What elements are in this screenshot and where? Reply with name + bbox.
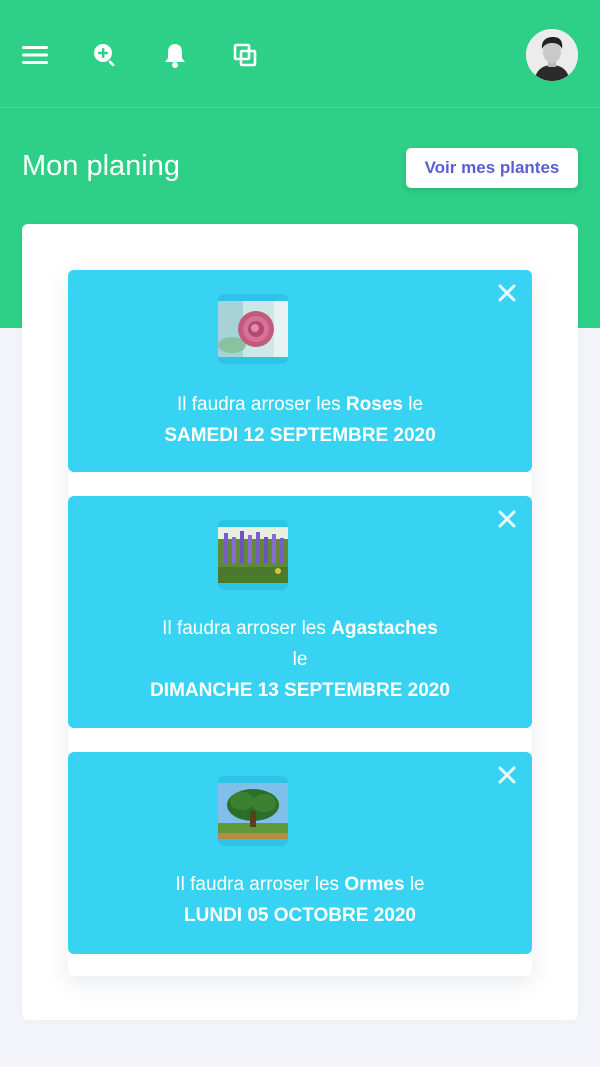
reminder-card: Il faudra arroser les Roses le SAMEDI 12…: [68, 270, 532, 472]
user-avatar[interactable]: [526, 29, 578, 81]
rose-photo: [218, 294, 288, 364]
reminder-card: Il faudra arroser les Agastaches le DIMA…: [68, 496, 532, 728]
copy-icon[interactable]: [230, 40, 260, 70]
plant-name: Agastaches: [331, 618, 438, 639]
search-plus-icon[interactable]: [90, 40, 120, 70]
agastache-photo: [218, 520, 288, 590]
bell-icon[interactable]: [160, 40, 190, 70]
reminder-message: Il faudra arroser les Agastaches le DIMA…: [68, 613, 532, 706]
reminder-suffix: le: [409, 874, 425, 895]
reminder-message: Il faudra arroser les Roses le SAMEDI 12…: [68, 389, 532, 451]
hamburger-icon[interactable]: [20, 40, 50, 70]
reminder-suffix: le: [408, 394, 424, 415]
watering-date: SAMEDI 12 SEPTEMBRE 2020: [164, 425, 436, 446]
reminder-prefix: Il faudra arroser les: [162, 618, 326, 639]
reminder-message: Il faudra arroser les Ormes le LUNDI 05 …: [68, 869, 532, 931]
close-icon[interactable]: [498, 510, 516, 528]
plant-name: Ormes: [344, 874, 405, 895]
reminder-prefix: Il faudra arroser les: [175, 874, 340, 895]
top-navigation-bar: [0, 0, 600, 108]
watering-date: LUNDI 05 OCTOBRE 2020: [184, 905, 416, 926]
elm-tree-photo: [218, 776, 288, 846]
close-icon[interactable]: [498, 284, 516, 302]
close-icon[interactable]: [498, 766, 516, 784]
reminder-suffix: le: [292, 649, 308, 670]
page-title: Mon planing: [22, 150, 180, 182]
watering-date: DIMANCHE 13 SEPTEMBRE 2020: [150, 680, 450, 701]
see-my-plants-button[interactable]: Voir mes plantes: [406, 148, 578, 188]
plant-name: Roses: [345, 394, 403, 415]
reminder-card: Il faudra arroser les Ormes le LUNDI 05 …: [68, 752, 532, 954]
reminder-prefix: Il faudra arroser les: [176, 394, 341, 415]
